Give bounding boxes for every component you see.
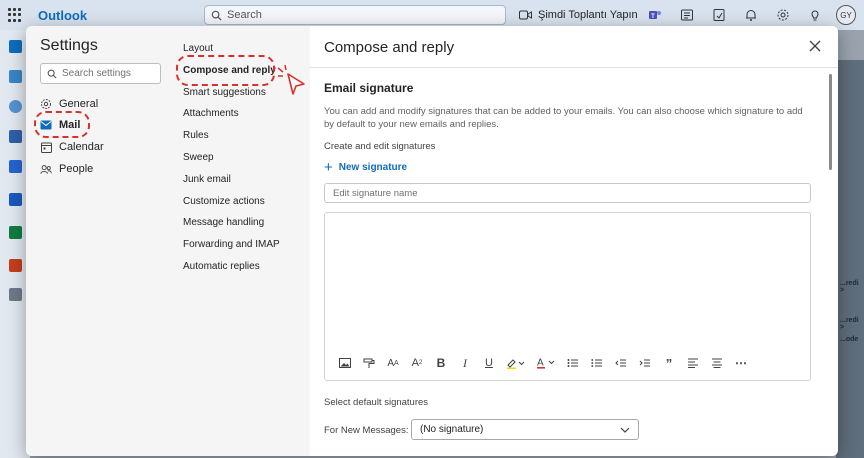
new-messages-label: For New Messages: — [324, 425, 409, 436]
plus-icon: + — [324, 158, 333, 176]
lightbulb-icon[interactable] — [808, 8, 822, 22]
image-icon[interactable] — [333, 355, 357, 371]
settings-title: Settings — [40, 37, 98, 54]
search-icon — [211, 10, 222, 21]
gear-icon[interactable] — [776, 8, 790, 22]
subcategory-layout[interactable]: Layout — [183, 43, 213, 54]
category-people[interactable]: People — [40, 160, 93, 178]
underline-icon[interactable]: U — [477, 355, 501, 371]
chevron-down-icon — [620, 427, 630, 433]
subcategory-customize-actions[interactable]: Customize actions — [183, 196, 265, 207]
news-icon[interactable] — [680, 8, 694, 22]
subcategory-junk-email[interactable]: Junk email — [183, 174, 231, 185]
selected-value: (No signature) — [420, 424, 484, 435]
new-signature-button[interactable]: + New signature — [324, 158, 408, 176]
create-edit-label: Create and edit signatures — [324, 141, 436, 152]
section-title: Email signature — [324, 81, 414, 95]
default-signatures-label: Select default signatures — [324, 397, 429, 408]
format-painter-icon[interactable] — [357, 355, 381, 371]
category-label: People — [59, 163, 94, 175]
rail-calendar-icon[interactable] — [9, 70, 22, 83]
subcategory-sweep[interactable]: Sweep — [183, 152, 214, 163]
rail-apps-icon[interactable] — [9, 288, 22, 301]
people-icon — [40, 163, 52, 175]
numbering-icon[interactable] — [585, 355, 609, 371]
pane-scrollbar[interactable] — [829, 74, 832, 170]
rail-powerpoint-icon[interactable] — [9, 259, 22, 272]
subcategory-automatic-replies[interactable]: Automatic replies — [183, 261, 260, 272]
bullets-icon[interactable] — [561, 355, 585, 371]
annotation-cursor-icon — [277, 64, 305, 95]
svg-text:T: T — [651, 14, 655, 20]
calendar-icon — [40, 141, 52, 153]
highlight-icon[interactable] — [501, 355, 531, 371]
italic-icon[interactable]: I — [453, 355, 477, 371]
app-launcher-icon[interactable] — [8, 8, 22, 22]
ad-link[interactable]: ...redi > — [840, 280, 862, 294]
app-brand[interactable]: Outlook — [38, 8, 87, 23]
new-signature-label: New signature — [338, 162, 408, 173]
quote-icon[interactable]: ” — [657, 355, 681, 371]
svg-text:A: A — [537, 358, 544, 369]
category-calendar[interactable]: Calendar — [40, 138, 104, 156]
search-icon — [47, 69, 57, 79]
formatting-toolbar: AA A2 B I U A ” ⋯ — [333, 355, 753, 371]
settings-dialog: Settings Search settings General Mail Ca… — [26, 26, 838, 456]
category-label: General — [59, 98, 99, 110]
rail-groups-icon[interactable] — [9, 130, 22, 143]
background-ad-strip — [836, 60, 864, 458]
rail-mail-icon[interactable] — [9, 40, 22, 53]
settings-search-input[interactable]: Search settings — [40, 63, 161, 84]
indent-icon[interactable] — [633, 355, 657, 371]
category-label: Calendar — [59, 141, 104, 153]
rail-people-icon[interactable] — [9, 100, 22, 113]
subcategory-rules[interactable]: Rules — [183, 130, 209, 141]
rail-todo-icon[interactable] — [9, 160, 22, 173]
search-box[interactable]: Search — [204, 5, 506, 25]
font-size-icon[interactable]: AA — [381, 355, 405, 371]
avatar[interactable]: GY — [836, 5, 856, 25]
align-left-icon[interactable] — [681, 355, 705, 371]
subcategory-forwarding-and-imap[interactable]: Forwarding and IMAP — [183, 239, 280, 250]
subcategory-message-handling[interactable]: Message handling — [183, 217, 264, 228]
search-placeholder: Search — [227, 9, 262, 21]
meet-now-button[interactable]: Şimdi Toplantı Yapın — [519, 9, 638, 21]
new-messages-signature-select[interactable]: (No signature) — [411, 419, 639, 440]
annotation-highlight-mail — [34, 111, 90, 138]
teams-icon[interactable]: T — [648, 8, 662, 22]
subcategory-smart-suggestions[interactable]: Smart suggestions — [183, 87, 266, 98]
rail-excel-icon[interactable] — [9, 226, 22, 239]
bell-icon[interactable] — [744, 8, 758, 22]
close-button[interactable] — [804, 35, 826, 57]
align-center-icon[interactable] — [705, 355, 729, 371]
more-icon[interactable]: ⋯ — [729, 355, 753, 371]
video-camera-icon — [519, 10, 532, 20]
settings-categories: Settings Search settings General Mail Ca… — [26, 26, 173, 456]
signature-name-input[interactable] — [324, 183, 811, 203]
pane-title: Compose and reply — [324, 39, 455, 56]
notes-icon[interactable] — [712, 8, 726, 22]
rail-word-icon[interactable] — [9, 193, 22, 206]
divider — [310, 67, 838, 68]
superscript-icon[interactable]: A2 — [405, 355, 429, 371]
font-color-icon[interactable]: A — [531, 355, 561, 371]
close-icon — [809, 40, 821, 52]
ad-link[interactable]: ...ode — [840, 336, 862, 343]
mail-subcategories: Layout Compose and reply Smart suggestio… — [173, 26, 310, 456]
settings-search-placeholder: Search settings — [62, 68, 131, 79]
bold-icon[interactable]: B — [429, 355, 453, 371]
compose-reply-pane: Compose and reply Email signature You ca… — [310, 26, 838, 456]
ad-link[interactable]: ...redi > — [840, 317, 862, 331]
signature-editor[interactable]: AA A2 B I U A ” ⋯ — [324, 212, 811, 381]
outdent-icon[interactable] — [609, 355, 633, 371]
annotation-highlight-compose — [176, 55, 275, 86]
section-description: You can add and modify signatures that c… — [324, 106, 803, 130]
subcategory-attachments[interactable]: Attachments — [183, 108, 239, 119]
gear-icon — [40, 98, 52, 110]
meet-now-label: Şimdi Toplantı Yapın — [538, 9, 638, 21]
